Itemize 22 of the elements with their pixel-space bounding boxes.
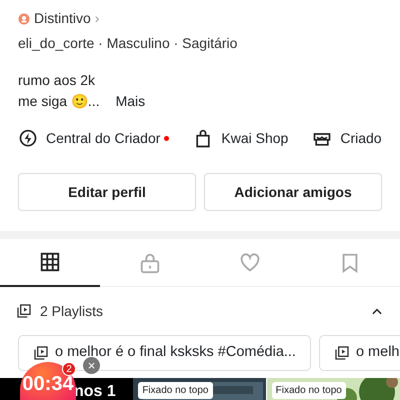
playlist-chip[interactable]: o melh xyxy=(318,335,400,371)
badge-icon xyxy=(18,12,30,24)
playlist-icon xyxy=(33,345,49,361)
heart-icon xyxy=(239,252,261,274)
playlist-icon xyxy=(16,303,32,319)
badge-link[interactable]: Distintivo › xyxy=(34,8,100,29)
more-link[interactable]: Mais xyxy=(116,91,146,112)
bolt-icon xyxy=(18,128,38,148)
profile-info: eli_do_corte · Masculino · Sagitário xyxy=(18,34,238,53)
grid-icon xyxy=(39,251,61,273)
add-friends-button[interactable]: Adicionar amigos xyxy=(204,173,382,211)
pinned-label: Fixado no topo xyxy=(138,382,212,399)
shortcut-link[interactable]: Criado xyxy=(312,128,382,149)
playlists-title: 2 Playlists xyxy=(40,302,104,321)
bio-text: me siga 🙂... xyxy=(18,92,100,111)
pinned-label: Fixado no topo xyxy=(272,382,346,399)
shortcut-link[interactable]: Central do Criador xyxy=(18,128,170,149)
bio-text: rumo aos 2k xyxy=(18,71,96,90)
playlist-icon xyxy=(334,345,350,361)
shortcut-link[interactable]: Kwai Shop xyxy=(193,128,288,149)
lock-icon xyxy=(139,252,161,274)
edit-profile-button[interactable]: Editar perfil xyxy=(18,173,196,211)
